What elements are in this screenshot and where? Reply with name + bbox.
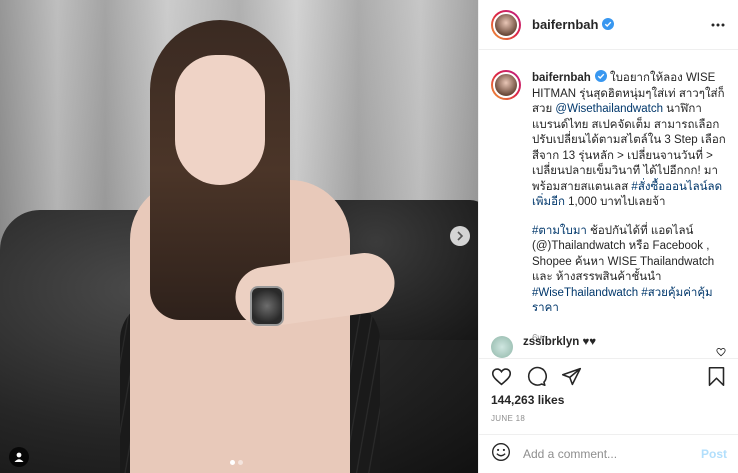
comment-input[interactable] (523, 447, 695, 461)
caption-paragraph-2: #ตามใบมา ช้อปกันได้ที่ แอดไลน์ (@)Thaila… (532, 224, 727, 317)
caption-body: baifernbah ใบอยากให้ลอง WISE HITMAN รุ่น… (532, 70, 727, 346)
caption-hashtag[interactable]: #ตามใบมา (532, 225, 587, 237)
user-tag-icon (14, 452, 24, 462)
more-options-icon (711, 23, 725, 26)
instagram-post: baifernbah baifernbah ใบอยากให้ลอง WISE … (0, 0, 738, 473)
user-tag-button[interactable] (9, 447, 29, 467)
comment-avatar[interactable] (491, 336, 513, 358)
comment-bubble-icon (527, 366, 547, 386)
share-button[interactable] (561, 366, 582, 392)
emoji-icon (492, 442, 510, 461)
caption-area: baifernbah ใบอยากให้ลอง WISE HITMAN รุ่น… (479, 58, 738, 355)
comment-button[interactable] (526, 366, 547, 392)
carousel-indicator (230, 460, 243, 465)
wristwatch (250, 286, 284, 326)
save-button[interactable] (706, 366, 727, 392)
emoji-button[interactable] (491, 442, 511, 467)
verified-badge-icon (594, 70, 607, 82)
post-comment-button[interactable]: Post (701, 447, 727, 461)
caption: baifernbah ใบอยากให้ลอง WISE HITMAN รุ่น… (491, 70, 727, 346)
header-username-text[interactable]: baifernbah (532, 17, 598, 32)
post-date[interactable]: JUNE 18 (491, 414, 525, 423)
carousel-dot-1 (230, 460, 235, 465)
verified-badge-icon (602, 18, 615, 30)
post-side-panel: baifernbah baifernbah ใบอยากให้ลอง WISE … (478, 0, 738, 473)
like-button[interactable] (491, 366, 512, 392)
carousel-next-button[interactable] (450, 226, 470, 246)
caption-avatar[interactable] (491, 70, 521, 100)
caption-text: นาฬิกาแบรนด์ไทย สเปคจัดเต็ม สามารถเลือกป… (532, 103, 726, 193)
heart-small-icon (716, 348, 726, 357)
caption-username[interactable]: baifernbah (532, 72, 591, 84)
caption-hashtag[interactable]: #WiseThailandwatch (532, 287, 638, 299)
post-header: baifernbah (479, 0, 738, 50)
carousel-dot-2 (238, 460, 243, 465)
chevron-right-icon (457, 231, 464, 241)
avatar[interactable] (491, 9, 521, 40)
comment-text: ♥♥ (579, 336, 597, 348)
post-media[interactable] (0, 0, 478, 473)
comment-username[interactable]: zssibrklyn (523, 336, 579, 348)
person-face (175, 55, 265, 185)
comment-body: zssibrklyn ♥♥ (523, 336, 596, 348)
likes-count[interactable]: 144,263 likes (491, 393, 564, 407)
action-bar (479, 358, 738, 398)
heart-icon (491, 367, 512, 385)
bookmark-icon (708, 366, 725, 386)
add-comment-bar: Post (479, 434, 738, 473)
more-options-button[interactable] (710, 17, 726, 33)
header-username[interactable]: baifernbah (532, 17, 615, 32)
caption-mention[interactable]: @Wisethailandwatch (555, 103, 663, 115)
caption-text: 1,000 บาทไปเลยจ้า (564, 196, 666, 208)
paper-plane-icon (561, 367, 582, 385)
